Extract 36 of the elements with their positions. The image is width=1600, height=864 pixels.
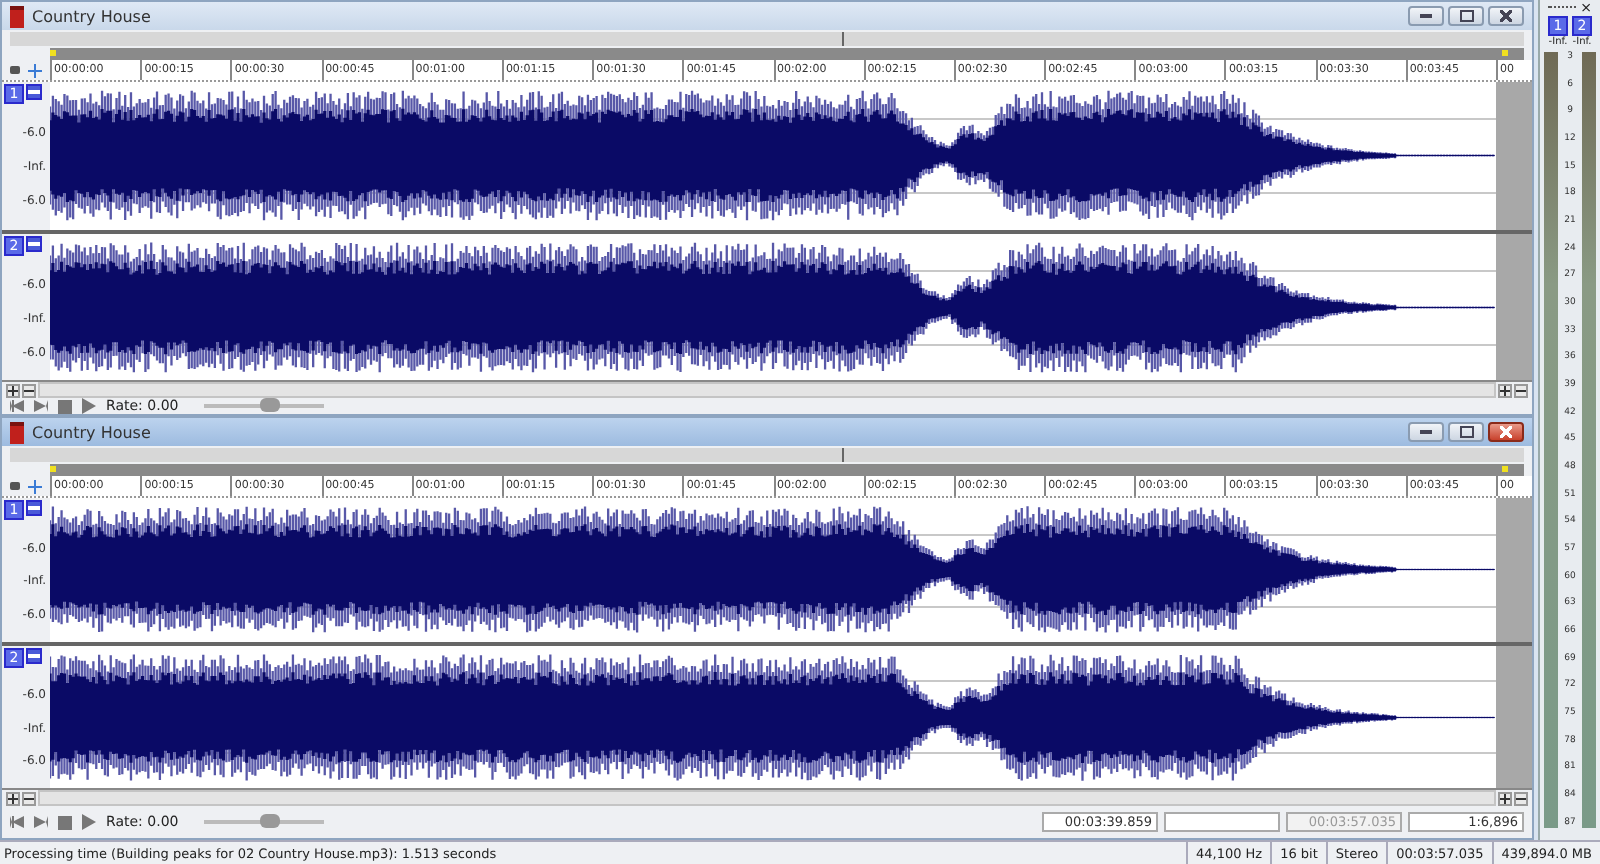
collapse-button[interactable] <box>26 647 42 663</box>
zoom-in-button[interactable] <box>1498 383 1513 397</box>
zoom-in-button[interactable] <box>1498 791 1513 805</box>
stop-icon[interactable] <box>58 815 72 829</box>
zoom-out-button[interactable] <box>1514 791 1529 805</box>
zoom-in-button[interactable] <box>6 791 20 805</box>
document-icon <box>10 421 24 443</box>
snap-icon[interactable] <box>28 63 42 77</box>
close-button[interactable] <box>1488 6 1525 26</box>
zoom-out-button[interactable] <box>22 383 36 397</box>
minimize-button[interactable] <box>1408 422 1445 442</box>
grip-icon <box>1548 5 1577 11</box>
window-title: Country House <box>32 7 153 25</box>
stop-icon[interactable] <box>58 399 72 413</box>
minimize-button[interactable] <box>1408 6 1445 26</box>
lock-icon[interactable] <box>10 482 20 490</box>
collapse-button[interactable] <box>26 235 42 251</box>
snap-icon[interactable] <box>28 479 42 493</box>
collapse-button[interactable] <box>26 500 42 516</box>
document-icon <box>10 5 24 27</box>
zoom-out-button[interactable] <box>1514 383 1529 397</box>
horizontal-scrollbar[interactable] <box>38 382 1497 398</box>
go-start-icon[interactable] <box>10 400 24 412</box>
close-button[interactable] <box>1488 422 1525 442</box>
zoom-in-button[interactable] <box>6 383 20 397</box>
zoom-out-button[interactable] <box>22 791 36 805</box>
time-field[interactable] <box>1164 812 1281 832</box>
end-area <box>1496 498 1533 641</box>
maximize-button[interactable] <box>1448 422 1485 442</box>
window-title: Country House <box>32 423 153 441</box>
collapse-button[interactable] <box>26 84 42 100</box>
end-area <box>1496 645 1533 788</box>
maximize-button[interactable] <box>1448 6 1485 26</box>
go-start-icon[interactable] <box>10 816 24 828</box>
lock-icon[interactable] <box>10 66 20 74</box>
horizontal-scrollbar[interactable] <box>38 790 1497 806</box>
